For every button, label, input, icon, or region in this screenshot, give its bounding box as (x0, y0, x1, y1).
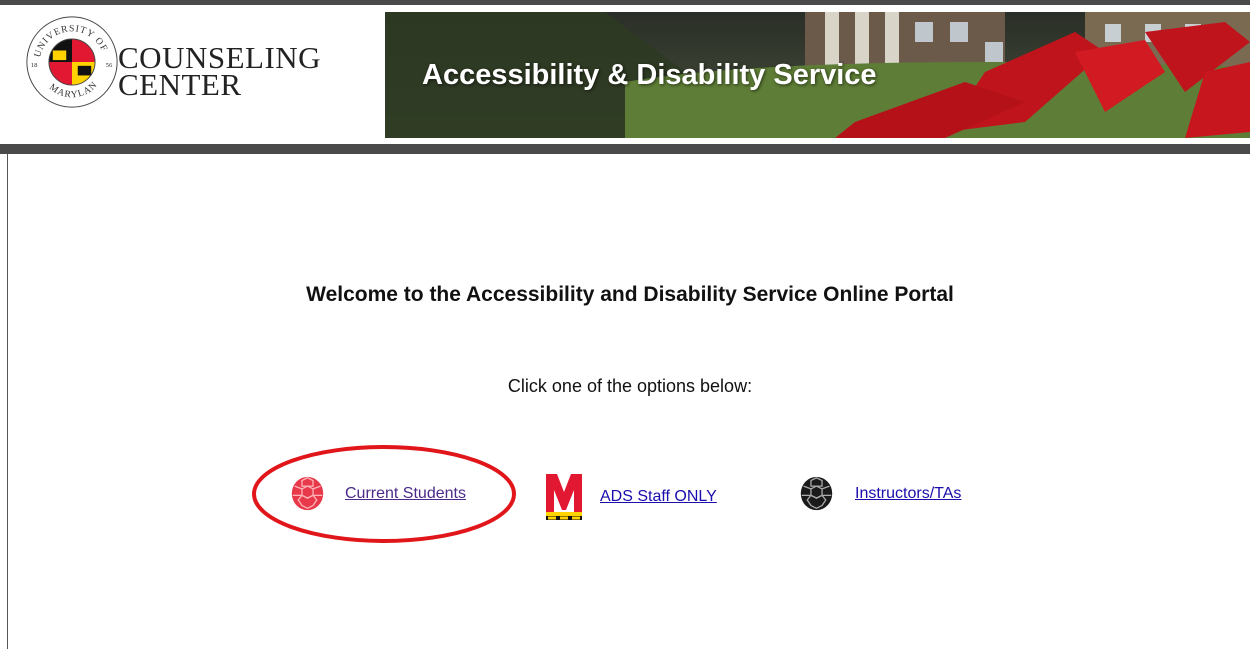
header-divider (0, 144, 1250, 154)
header-banner: Accessibility & Disability Service (385, 12, 1250, 138)
svg-text:56: 56 (106, 62, 113, 69)
university-seal-icon: UNIVERSITY OF MARYLAND 18 56 (24, 14, 118, 108)
brand-line-2: CENTER (118, 67, 242, 102)
banner-title: Accessibility & Disability Service (422, 59, 877, 91)
option-instructors-tas[interactable]: Instructors/TAs (798, 475, 961, 512)
ads-staff-link[interactable]: ADS Staff ONLY (600, 488, 717, 506)
highlight-circle-annotation (252, 445, 516, 543)
welcome-heading: Welcome to the Accessibility and Disabil… (306, 283, 954, 306)
option-ads-staff[interactable]: ADS Staff ONLY (544, 472, 717, 522)
black-turtle-shell-icon[interactable] (798, 475, 835, 512)
counseling-center-logo[interactable]: UNIVERSITY OF MARYLAND 18 56 COUNSELING … (10, 8, 385, 140)
instruction-text: Click one of the options below: (507, 376, 753, 396)
maryland-m-logo-icon[interactable] (544, 472, 584, 522)
counseling-center-wordmark: COUNSELING CENTER (118, 42, 321, 102)
top-rule (0, 0, 1250, 5)
svg-text:18: 18 (31, 62, 38, 69)
left-border (7, 154, 8, 649)
instructors-tas-link[interactable]: Instructors/TAs (855, 485, 961, 503)
